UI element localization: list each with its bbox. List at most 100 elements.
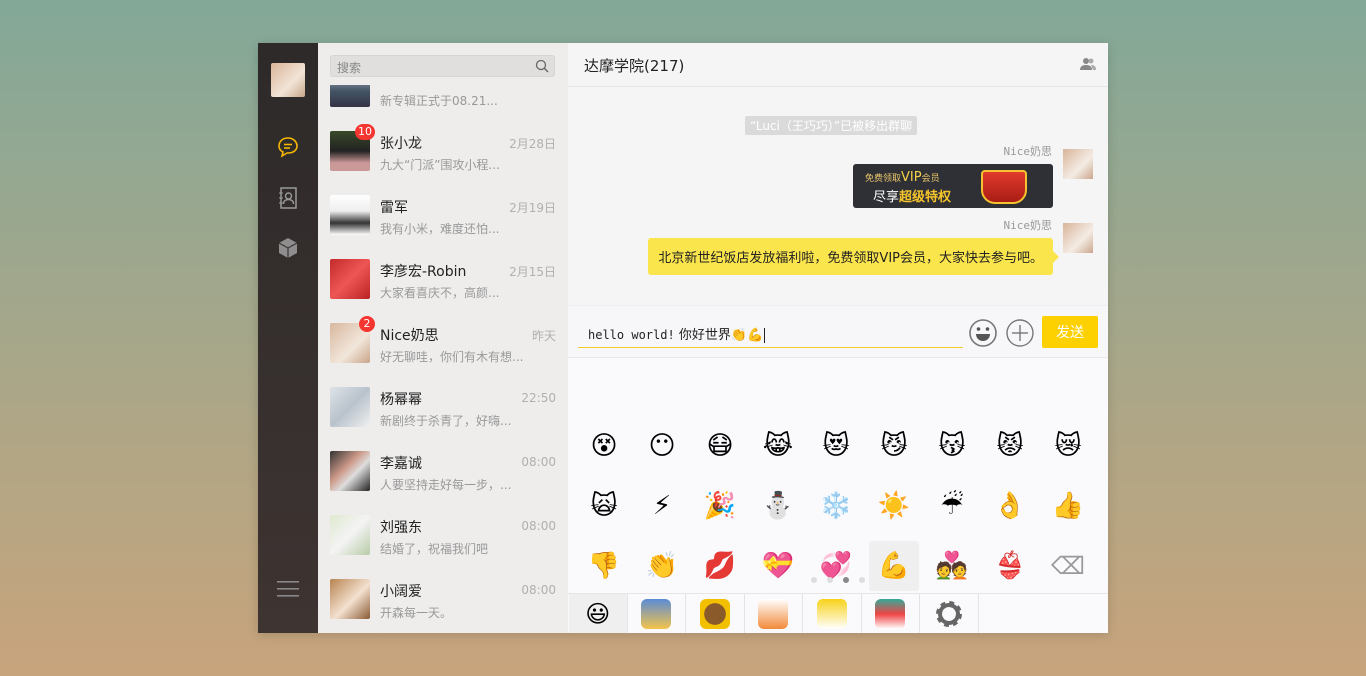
page-indicator-dot[interactable] xyxy=(859,577,865,583)
chat-window: 搜索 新专辑正式于08.21... 10 张小龙 2月28日 九大“门派”围攻小程… xyxy=(258,43,1108,633)
group-members-icon[interactable] xyxy=(1080,57,1096,71)
conversation-item[interactable]: 李嘉诚 08:00 人要坚持走好每一步，... xyxy=(318,439,568,503)
last-message-time: 2月28日 xyxy=(509,137,556,151)
contact-name: 雷军 xyxy=(380,200,408,216)
vip-cup-graphic xyxy=(981,170,1027,204)
emoji-item[interactable]: ☀️ xyxy=(869,481,919,531)
conversation-item[interactable]: 雷军 2月19日 我有小米，难度还怕... xyxy=(318,183,568,247)
contact-name: 刘强东 xyxy=(380,520,422,536)
sticker-pack-icon xyxy=(699,598,730,629)
sticker-pack-icon xyxy=(758,598,789,629)
contact-avatar xyxy=(330,579,370,619)
last-message-time: 08:00 xyxy=(521,519,556,533)
image-message-vip-banner[interactable]: 免费领取VIP会员 尽享超级特权 xyxy=(853,164,1053,208)
page-indicator-dot[interactable] xyxy=(827,577,833,583)
emoji-panel: 😵 😶 😷 😹 😻 😼 😽 😾 😿 🙀 ⚡ 🎉 ⛄ ❄️ ☀️ ☔ 👌 👍 👎 👏 💋 💝 💞 💪 💑 👙 ⌫ xyxy=(568,358,1108,593)
conversation-item[interactable]: 李彦宏-Robin 2月15日 大家看喜庆不，高颜... xyxy=(318,247,568,311)
contact-avatar xyxy=(330,259,370,299)
unread-badge: 10 xyxy=(355,124,375,140)
contacts-icon[interactable] xyxy=(276,186,300,210)
page-indicator-dot[interactable] xyxy=(811,577,817,583)
conversation-item[interactable]: 杨幂幂 22:50 新剧终于杀青了，好嗨... xyxy=(318,375,568,439)
conversation-item[interactable]: 2 Nice奶思 昨天 好无聊哇，你们有木有想... xyxy=(318,311,568,375)
emoji-item[interactable]: 👌 xyxy=(985,481,1035,531)
sticker-pack-tab[interactable] xyxy=(745,594,803,633)
conversation-item[interactable]: 新专辑正式于08.21... xyxy=(318,85,568,119)
sticker-pack-tab[interactable] xyxy=(628,594,686,633)
sender-avatar[interactable] xyxy=(1063,223,1093,253)
text-message-bubble: 北京新世纪饭店发放福利啦，免费领取VIP会员，大家快去参与吧。 xyxy=(648,238,1059,275)
emoji-item[interactable]: 🎉 xyxy=(695,481,745,531)
apps-cube-icon[interactable] xyxy=(276,236,300,260)
emoji-item[interactable]: 😵 xyxy=(579,421,629,471)
settings-gear-icon[interactable] xyxy=(920,594,979,633)
message-input[interactable]: hello world! 你好世界👏💪 xyxy=(578,317,963,348)
page-indicator-dot[interactable] xyxy=(843,577,849,583)
sticker-pack-tab[interactable] xyxy=(862,594,920,633)
emoji-item[interactable]: ❄️ xyxy=(811,481,861,531)
emoji-item[interactable]: 😷 xyxy=(695,421,745,471)
plus-button-icon[interactable] xyxy=(1005,318,1035,348)
sender-avatar[interactable] xyxy=(1063,149,1093,179)
contact-avatar xyxy=(330,451,370,491)
emoji-item[interactable]: 😼 xyxy=(869,421,919,471)
menu-icon[interactable] xyxy=(276,579,300,599)
search-placeholder: 搜索 xyxy=(337,61,362,75)
emoji-item[interactable]: 🙀 xyxy=(579,481,629,531)
conversation-list: 搜索 新专辑正式于08.21... 10 张小龙 2月28日 九大“门派”围攻小程… xyxy=(318,43,568,633)
chat-header: 达摩学院(217) xyxy=(568,43,1108,87)
contact-name: Nice奶思 xyxy=(380,328,439,344)
emoji-item[interactable]: 💋 xyxy=(695,541,745,591)
input-text: hello world! xyxy=(588,328,675,342)
emoji-item[interactable]: 😾 xyxy=(985,421,1035,471)
send-button[interactable]: 发送 xyxy=(1042,316,1098,348)
contact-name: 小阔爱 xyxy=(380,584,422,600)
conversation-item[interactable]: 刘强东 08:00 结婚了，祝福我们吧 xyxy=(318,503,568,567)
emoji-tab-bar: 😃 xyxy=(568,593,1108,633)
banner-text: 尽享 xyxy=(873,190,900,205)
system-message: “Luci（王巧巧）”已被移出群聊 xyxy=(745,116,918,135)
emoji-button-icon[interactable] xyxy=(968,318,998,348)
emoji-item[interactable]: 👍 xyxy=(1043,481,1093,531)
emoji-item[interactable]: ⚡ xyxy=(637,481,687,531)
emoji-item[interactable]: 😹 xyxy=(753,421,803,471)
conversation-item[interactable]: 10 张小龙 2月28日 九大“门派”围攻小程... xyxy=(318,119,568,183)
emoji-item[interactable]: 😻 xyxy=(811,421,861,471)
emoji-item[interactable]: 💝 xyxy=(753,541,803,591)
backspace-icon[interactable]: ⌫ xyxy=(1043,541,1093,591)
contact-avatar: 10 xyxy=(330,124,375,171)
last-message-preview: 结婚了，祝福我们吧 xyxy=(380,542,489,556)
emoji-item[interactable]: ☔ xyxy=(927,481,977,531)
last-message-preview: 开森每一天。 xyxy=(380,606,453,620)
emoji-tab[interactable]: 😃 xyxy=(569,594,628,633)
emoji-item[interactable]: 👙 xyxy=(985,541,1035,591)
emoji-item[interactable]: 👏 xyxy=(637,541,687,591)
emoji-item[interactable]: 👎 xyxy=(579,541,629,591)
contact-avatar xyxy=(330,387,370,427)
last-message-preview: 新剧终于杀青了，好嗨... xyxy=(380,414,512,428)
last-message-preview: 九大“门派”围攻小程... xyxy=(380,158,500,172)
last-message-time: 2月19日 xyxy=(509,201,556,215)
sticker-pack-tab[interactable] xyxy=(803,594,862,633)
message-sender: Nice奶思 xyxy=(1003,219,1053,232)
emoji-item[interactable]: 💑 xyxy=(927,541,977,591)
emoji-item[interactable]: 😽 xyxy=(927,421,977,471)
emoji-item[interactable]: 💪 xyxy=(869,541,919,591)
contact-name: 李彦宏-Robin xyxy=(380,264,467,280)
my-avatar[interactable] xyxy=(271,63,305,97)
emoji-item[interactable]: ⛄ xyxy=(753,481,803,531)
unread-badge: 2 xyxy=(359,316,375,332)
search-input[interactable]: 搜索 xyxy=(330,55,555,77)
last-message-preview: 人要坚持走好每一步，... xyxy=(380,478,512,492)
last-message-preview: 我有小米，难度还怕... xyxy=(380,222,500,236)
emoji-item[interactable]: 😿 xyxy=(1043,421,1093,471)
search-icon[interactable] xyxy=(535,59,549,73)
chat-icon[interactable] xyxy=(276,135,300,159)
sticker-pack-tab[interactable] xyxy=(686,594,745,633)
chat-title: 达摩学院(217) xyxy=(584,57,685,75)
emoji-item[interactable]: 😶 xyxy=(637,421,687,471)
contact-avatar xyxy=(330,195,370,235)
sticker-pack-icon xyxy=(875,598,906,629)
conversation-item[interactable]: 小阔爱 08:00 开森每一天。 xyxy=(318,567,568,631)
emoji-item[interactable]: 💞 xyxy=(811,541,861,591)
